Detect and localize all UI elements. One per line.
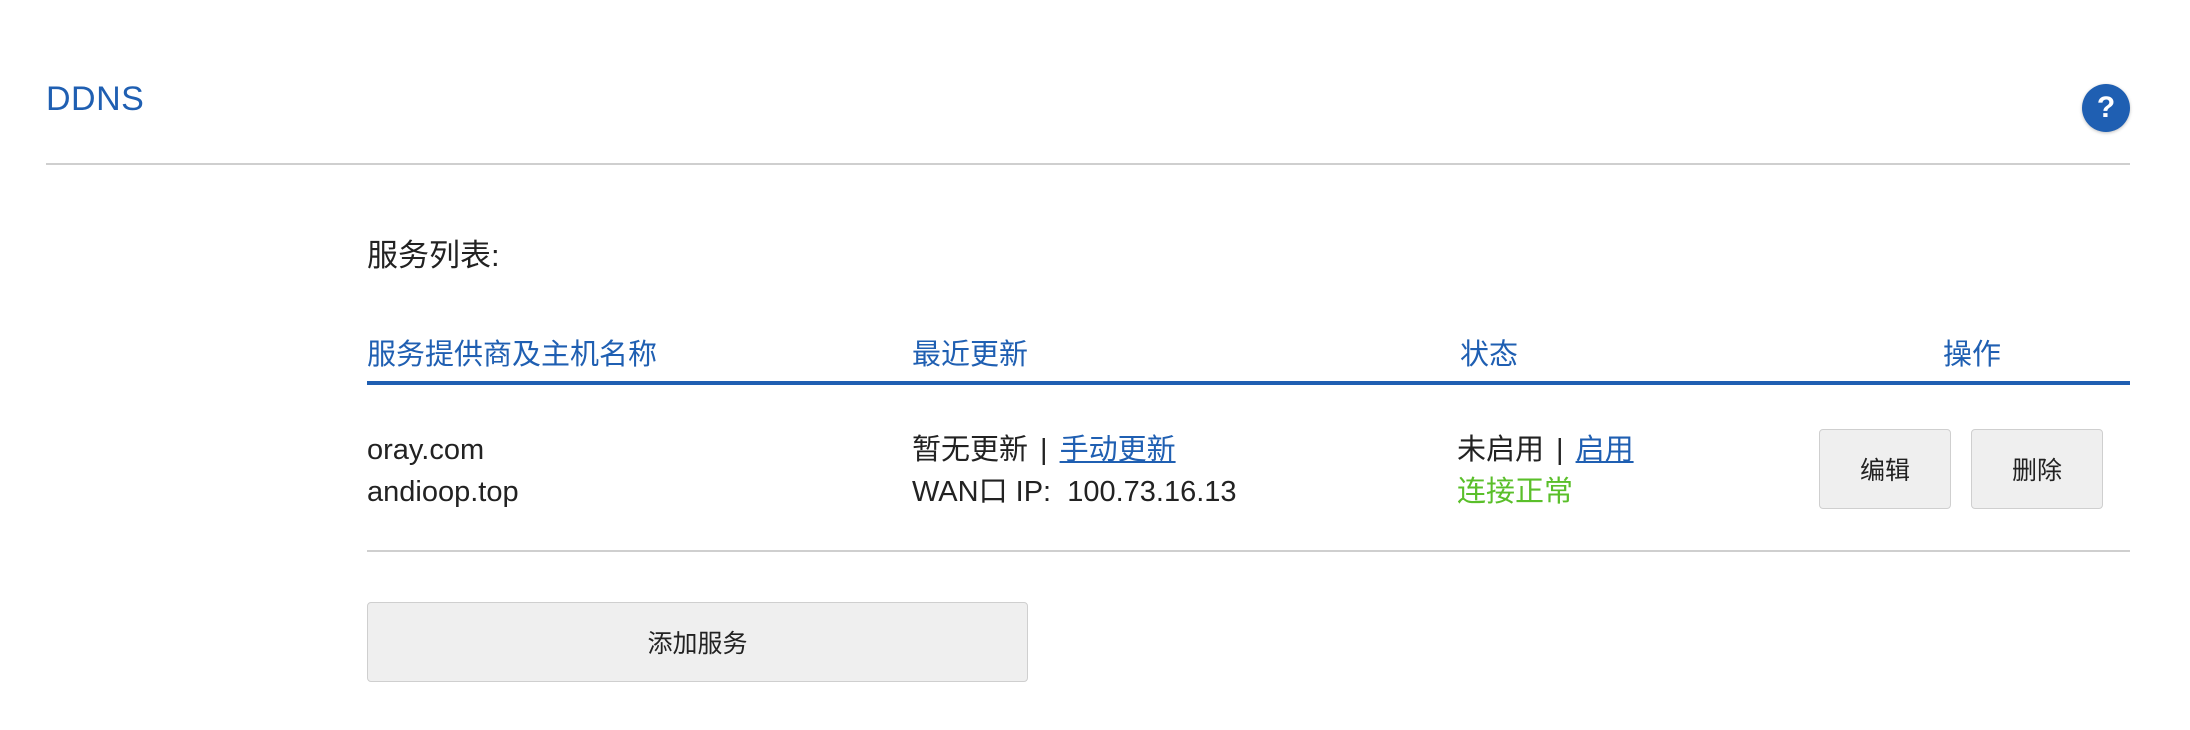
separator: | bbox=[1040, 434, 1048, 466]
provider-cell: oray.com andioop.top bbox=[367, 429, 519, 513]
page-title: DDNS bbox=[46, 80, 145, 118]
question-icon: ? bbox=[2096, 91, 2116, 124]
ddns-page: DDNS ? 服务列表: 服务提供商及主机名称 最近更新 状态 操作 oray.… bbox=[0, 0, 2190, 730]
help-button[interactable]: ? bbox=[2082, 84, 2130, 132]
separator: | bbox=[1556, 434, 1564, 466]
connection-status: 连接正常 bbox=[1457, 476, 1574, 508]
column-header-action: 操作 bbox=[1942, 339, 2002, 371]
enable-link[interactable]: 启用 bbox=[1576, 434, 1634, 466]
column-header-provider: 服务提供商及主机名称 bbox=[367, 339, 658, 371]
update-line: 暂无更新 | 手动更新 bbox=[912, 429, 1237, 471]
delete-button[interactable]: 删除 bbox=[1971, 429, 2103, 509]
manual-update-link[interactable]: 手动更新 bbox=[1060, 434, 1176, 466]
wan-ip: WAN口 IP: 100.73.16.13 bbox=[912, 476, 1237, 508]
status-line: 未启用 | 启用 bbox=[1457, 429, 1634, 471]
table-row: oray.com andioop.top 暂无更新 | 手动更新 WAN口 IP: … bbox=[367, 385, 2130, 552]
update-status: 暂无更新 bbox=[912, 434, 1029, 466]
status-cell: 未启用 | 启用 连接正常 bbox=[1457, 429, 1634, 513]
service-list-label: 服务列表: bbox=[367, 238, 500, 273]
edit-button[interactable]: 编辑 bbox=[1819, 429, 1951, 509]
update-cell: 暂无更新 | 手动更新 WAN口 IP: 100.73.16.13 bbox=[912, 429, 1237, 513]
column-header-status: 状态 bbox=[1459, 339, 1519, 371]
provider-name: oray.com bbox=[367, 434, 485, 466]
add-service-button[interactable]: 添加服务 bbox=[367, 602, 1028, 682]
table-header: 服务提供商及主机名称 最近更新 状态 操作 bbox=[367, 325, 2130, 385]
host-name: andioop.top bbox=[367, 476, 519, 508]
header-divider bbox=[46, 163, 2130, 165]
status-text: 未启用 bbox=[1457, 434, 1545, 466]
service-table: 服务提供商及主机名称 最近更新 状态 操作 oray.com andioop.t… bbox=[367, 325, 2130, 552]
column-header-last-update: 最近更新 bbox=[912, 339, 1029, 371]
